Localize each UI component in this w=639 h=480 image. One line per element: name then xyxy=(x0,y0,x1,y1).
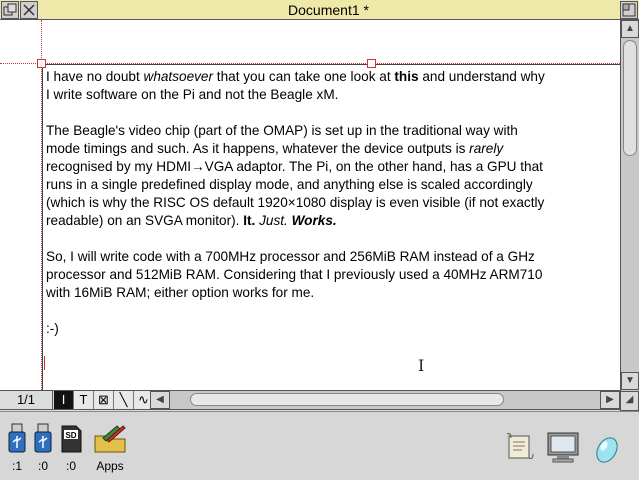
paragraph: :-) xyxy=(46,320,546,338)
vertical-scroll-thumb[interactable] xyxy=(623,40,637,156)
paragraph: So, I will write code with a 700MHz proc… xyxy=(46,248,546,302)
text-caret xyxy=(44,356,45,370)
usb-drive-0[interactable]: :0 xyxy=(30,422,56,473)
frame-top-edge xyxy=(42,64,620,65)
back-icon[interactable] xyxy=(1,1,19,19)
text-run: Just. xyxy=(259,213,288,228)
text-run: that you can take one look at xyxy=(213,69,395,84)
toggle-size-icon[interactable] xyxy=(620,1,638,19)
sd-card-icon: SD xyxy=(58,422,84,459)
text-run: this xyxy=(394,69,419,84)
document-text[interactable]: I have no doubt whatsoever that you can … xyxy=(46,68,546,356)
document-area[interactable]: I have no doubt whatsoever that you can … xyxy=(0,20,620,390)
scroll-left-icon[interactable]: ◀ xyxy=(150,391,170,409)
acorn-icon xyxy=(592,430,622,471)
scroll-up-icon[interactable]: ▲ xyxy=(621,20,639,38)
text-run: It. xyxy=(243,213,256,228)
frame-left-edge xyxy=(42,64,43,390)
text-run: :-) xyxy=(46,321,59,336)
task-manager[interactable] xyxy=(592,430,622,471)
text-run: rarely xyxy=(469,141,504,156)
text-run: whatsoever xyxy=(143,69,214,84)
resize-icon[interactable]: ◢ xyxy=(620,391,639,411)
monitor-icon xyxy=(545,430,581,469)
horizontal-scroll-thumb[interactable] xyxy=(190,393,504,406)
paragraph: I have no doubt whatsoever that you can … xyxy=(46,68,546,104)
horizontal-scrollbar[interactable] xyxy=(170,391,600,409)
sd-card-drive[interactable]: SD :0 xyxy=(58,422,84,473)
usb-icon xyxy=(4,422,30,459)
icon-label: :0 xyxy=(65,459,76,473)
close-icon[interactable] xyxy=(20,1,38,19)
scroll-down-icon[interactable]: ▼ xyxy=(621,372,639,390)
frame-tool[interactable]: ⊠ xyxy=(94,391,114,409)
svg-text:SD: SD xyxy=(65,431,76,440)
text-run: So, I will write code with a 700MHz proc… xyxy=(46,249,543,300)
usb-drive-1[interactable]: :1 xyxy=(4,422,30,473)
display-manager[interactable] xyxy=(545,430,581,469)
vertical-scrollbar[interactable]: ▲ ▼ xyxy=(620,20,639,392)
app-scroll[interactable] xyxy=(503,430,537,469)
frame-handle-corner[interactable] xyxy=(37,59,46,68)
page-number: 1/1 xyxy=(0,391,53,409)
window-title: Document1 * xyxy=(288,2,369,18)
paragraph: The Beagle's video chip (part of the OMA… xyxy=(46,122,546,230)
status-toolbar: 1/1 I T ⊠ ╲ ∿ ◀ ▶ xyxy=(0,390,620,410)
frame-handle-top[interactable] xyxy=(367,59,376,68)
text-cursor-tool[interactable]: I xyxy=(54,391,74,409)
text-run: The Beagle's video chip (part of the OMA… xyxy=(46,123,518,156)
text-tool[interactable]: T xyxy=(74,391,94,409)
scroll-icon xyxy=(503,430,537,469)
icon-bar: :1 :0 SD :0 Apps xyxy=(0,411,639,480)
apps[interactable]: Apps xyxy=(90,422,130,473)
icon-label: :0 xyxy=(37,459,48,473)
ibeam-pointer-icon: I xyxy=(418,356,425,375)
text-run: I have no doubt xyxy=(46,69,144,84)
line-tool[interactable]: ╲ xyxy=(114,391,134,409)
icon-label: Apps xyxy=(96,459,124,473)
text-run: Works. xyxy=(291,213,337,228)
apps-icon xyxy=(90,422,130,459)
scroll-right-icon[interactable]: ▶ xyxy=(600,391,620,409)
icon-label: :1 xyxy=(11,459,22,473)
usb-icon xyxy=(30,422,56,459)
title-bar[interactable]: Document1 * xyxy=(0,0,639,20)
